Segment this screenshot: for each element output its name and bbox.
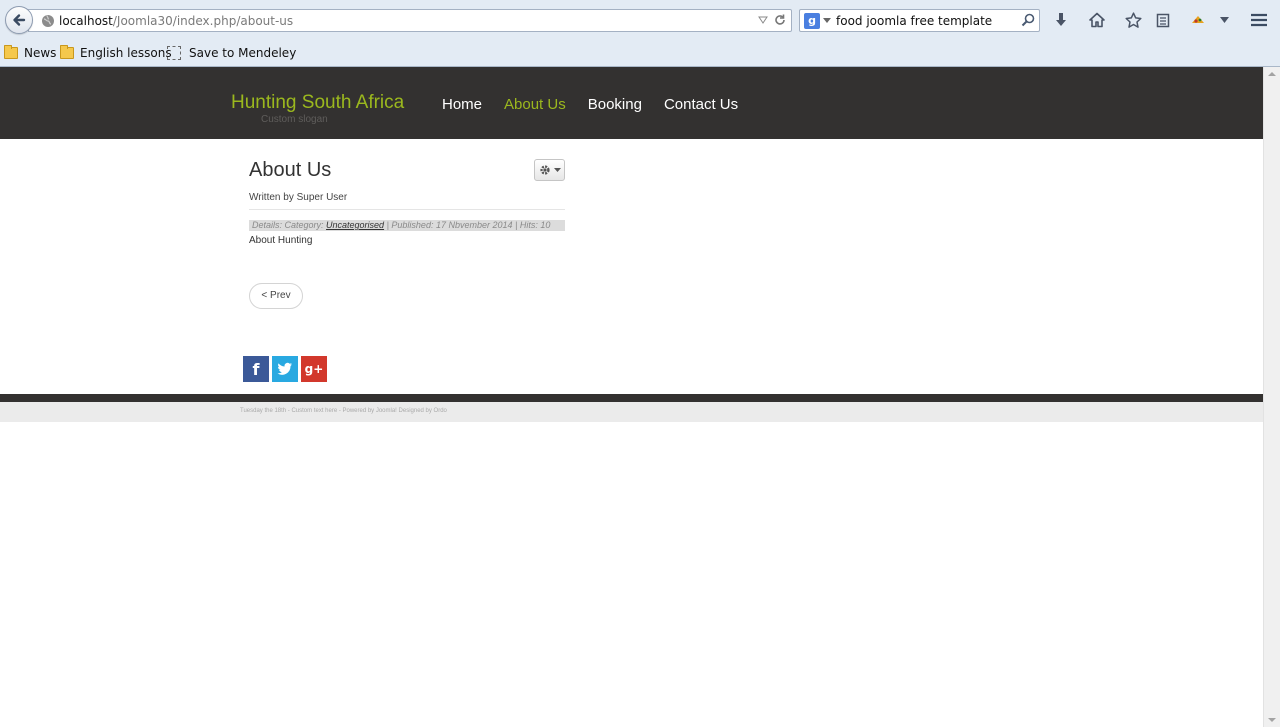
arrow-left-icon (13, 14, 26, 26)
details-prefix: Details: Category: (252, 220, 327, 230)
page-title: About Us (249, 159, 332, 181)
google-plus-icon[interactable]: g+ (301, 356, 327, 382)
bookmark-star-button[interactable] (1123, 10, 1143, 30)
caret-down-icon (553, 168, 561, 172)
site-footer: Tuesday the 18th - Custom text here - Po… (0, 402, 1263, 422)
prev-button[interactable]: < Prev (249, 283, 303, 309)
extension-button[interactable] (1188, 10, 1208, 30)
bookmark-save-to-mendeley[interactable]: Save to Mendeley (167, 46, 296, 60)
bookmarks-menu-button[interactable] (1153, 10, 1173, 30)
category-link[interactable]: Uncategorised (326, 220, 384, 230)
menu-item-about-us[interactable]: About Us (504, 96, 566, 113)
url-host: localhost (59, 14, 113, 28)
clipboard-icon (1156, 13, 1170, 28)
bookmark-label: English lessons (80, 46, 172, 60)
search-bar[interactable]: g food joomla free template (799, 9, 1040, 32)
menu-item-booking[interactable]: Booking (588, 96, 642, 113)
home-icon (1089, 12, 1105, 28)
scroll-down-icon[interactable] (1268, 718, 1276, 722)
folder-icon (60, 45, 74, 59)
site-header: Hunting South Africa Custom slogan Home … (0, 67, 1263, 139)
bookmark-english-lessons[interactable]: English lessons (60, 45, 172, 60)
url-text: localhost/Joomla30/index.php/about-us (59, 14, 293, 28)
article-tools-button[interactable] (534, 159, 565, 181)
menu-item-contact-us[interactable]: Contact Us (664, 96, 738, 113)
main-menu: Home About Us Booking Contact Us (442, 96, 760, 113)
site-logo[interactable]: Hunting South Africa (231, 92, 404, 114)
vertical-scrollbar[interactable] (1263, 67, 1280, 727)
facebook-icon[interactable]: f (243, 356, 269, 382)
article-details: Details: Category: Uncategorised | Publi… (249, 220, 565, 231)
star-icon (1124, 11, 1142, 28)
url-path: /Joomla30/index.php/about-us (112, 14, 294, 28)
bookmark-label: Save to Mendeley (189, 46, 297, 60)
back-button[interactable] (5, 6, 33, 34)
download-icon (1056, 13, 1066, 26)
navigation-toolbar: localhost/Joomla30/index.php/about-us g … (0, 0, 1280, 40)
scroll-up-icon[interactable] (1268, 72, 1276, 76)
footer-bar (0, 394, 1263, 402)
published-info: | Published: 17 Nbvember 2014 | Hits: 10 (384, 220, 551, 230)
extension-dropdown-button[interactable] (1214, 10, 1234, 30)
search-icon[interactable] (1021, 13, 1035, 27)
bookmark-label: News (24, 46, 57, 60)
bird-icon (277, 362, 292, 375)
social-links: f g+ (243, 356, 330, 382)
chevron-down-icon (1219, 17, 1229, 23)
reload-icon[interactable] (773, 13, 787, 27)
home-button[interactable] (1087, 10, 1107, 30)
page-viewport: Hunting South Africa Custom slogan Home … (0, 67, 1263, 727)
browser-chrome: localhost/Joomla30/index.php/about-us g … (0, 0, 1280, 67)
divider (249, 209, 565, 210)
downloads-button[interactable] (1051, 10, 1071, 30)
author-line: Written by Super User (249, 192, 348, 203)
footer-text: Tuesday the 18th - Custom text here - Po… (240, 408, 447, 414)
globe-icon (42, 15, 54, 27)
hamburger-icon (1251, 13, 1267, 27)
search-input[interactable]: food joomla free template (836, 14, 992, 28)
menu-button[interactable] (1249, 10, 1269, 30)
site-slogan: Custom slogan (261, 114, 328, 125)
google-icon[interactable]: g (804, 13, 820, 29)
article: About Us Written by Super User Details: … (249, 159, 565, 309)
chevron-down-icon[interactable] (823, 18, 831, 23)
bookmark-icon (167, 46, 181, 60)
bookmarks-toolbar: News English lessons Save to Mendeley (0, 42, 1280, 66)
folder-icon (4, 45, 18, 59)
url-bar[interactable]: localhost/Joomla30/index.php/about-us (28, 9, 792, 32)
bookmark-news[interactable]: News (4, 45, 57, 60)
menu-item-home[interactable]: Home (442, 96, 482, 113)
history-dropdown-icon[interactable] (757, 14, 769, 26)
gear-icon (539, 165, 550, 175)
twitter-icon[interactable] (272, 356, 298, 382)
extension-icon (1192, 16, 1204, 23)
article-body: About Hunting (249, 235, 313, 246)
